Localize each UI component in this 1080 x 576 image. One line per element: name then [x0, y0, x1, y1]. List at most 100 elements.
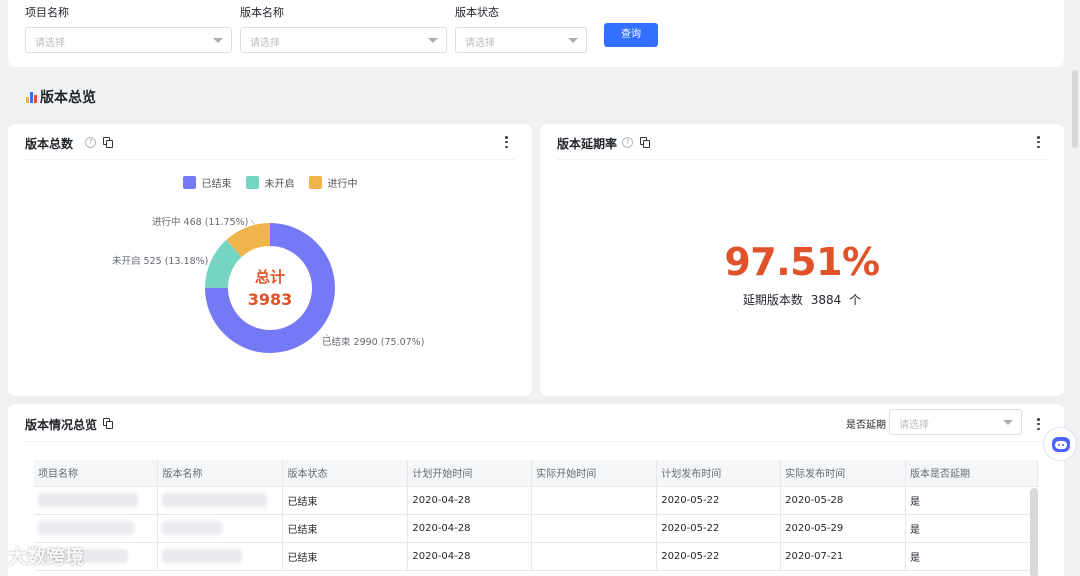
- delay-filter-placeholder: 请选择: [899, 420, 929, 431]
- project-filter-label: 项目名称: [25, 6, 69, 19]
- callout-value: 2990: [353, 337, 378, 348]
- card-title: 版本情况总览: [25, 418, 98, 432]
- version-name-cell: [157, 542, 284, 571]
- copy-icon[interactable]: [640, 137, 651, 148]
- plan-release-cell: 2020-05-22: [656, 486, 782, 515]
- status-cell: 已结束: [282, 486, 409, 515]
- chevron-down-icon: [568, 38, 578, 43]
- column-header[interactable]: 计划发布时间: [656, 460, 782, 487]
- delay-filter-select[interactable]: 请选择: [889, 409, 1022, 435]
- card-title: 版本延期率: [557, 137, 618, 151]
- version-select-placeholder: 请选择: [250, 38, 280, 49]
- card-header: 版本延期率 ?: [557, 134, 1047, 160]
- actual-start-cell: [531, 486, 658, 515]
- copy-icon[interactable]: [103, 418, 114, 429]
- actual-start-cell: [531, 542, 658, 571]
- more-icon[interactable]: [1037, 417, 1041, 431]
- plan-release-cell: 2020-05-22: [656, 542, 782, 571]
- chevron-down-icon: [428, 38, 438, 43]
- version-table: 项目名称 版本名称 版本状态 计划开始时间 实际开始时间 计划发布时间 实际发布…: [34, 460, 1038, 571]
- callout-done: 已结束 2990 (75.07%): [322, 337, 425, 348]
- query-button[interactable]: 查询: [604, 23, 658, 47]
- table-scrollbar[interactable]: [1030, 488, 1038, 576]
- version-name-cell: [157, 514, 284, 543]
- column-header[interactable]: 实际发布时间: [780, 460, 907, 487]
- redacted-text: [38, 493, 138, 507]
- callout-label: 进行中: [152, 217, 181, 228]
- project-select-placeholder: 请选择: [35, 38, 65, 49]
- table-row[interactable]: 已结束 2020-04-28 2020-05-22 2020-05-28 是: [34, 486, 1038, 515]
- donut-center-label: 总计: [254, 268, 285, 286]
- status-cell: 已结束: [282, 514, 409, 543]
- redacted-text: [38, 521, 134, 535]
- watermark: 大数跨境: [8, 546, 85, 568]
- delay-count-unit: 个: [849, 293, 862, 307]
- filter-bar: 项目名称 请选择 版本名称 请选择 版本状态 请选择 查询: [8, 0, 1064, 67]
- callout-not-started: 未开启 525 (13.18%): [112, 256, 209, 267]
- column-header[interactable]: 计划开始时间: [407, 460, 533, 487]
- robot-icon: [1052, 437, 1070, 452]
- help-icon[interactable]: ?: [622, 137, 633, 148]
- actual-release-cell: 2020-07-21: [780, 542, 907, 571]
- page-scrollbar[interactable]: [1072, 70, 1078, 148]
- callout-value: 468: [183, 217, 202, 228]
- callout-label: 未开启: [112, 256, 141, 267]
- status-cell: 已结束: [282, 542, 409, 571]
- status-filter: 版本状态 请选择: [455, 6, 587, 53]
- project-filter: 项目名称 请选择: [25, 6, 232, 53]
- delay-count-value: 3884: [810, 293, 842, 307]
- callout-line-in-progress: [250, 219, 256, 226]
- delay-rate-value: 97.51%: [724, 240, 880, 284]
- version-filter: 版本名称 请选择: [240, 6, 447, 53]
- version-overview-card: 版本情况总览 是否延期 请选择 项目名称 版本名称 版本状态 计划开始时间 实际…: [8, 404, 1064, 576]
- project-name-cell: [34, 486, 159, 515]
- redacted-text: [162, 521, 223, 535]
- version-name-cell: [157, 486, 284, 515]
- donut-chart: [205, 219, 335, 353]
- column-header[interactable]: 版本状态: [282, 460, 409, 487]
- column-header[interactable]: 版本名称: [157, 460, 284, 487]
- project-select[interactable]: 请选择: [25, 27, 232, 53]
- callout-percent: 11.75%: [208, 217, 245, 228]
- actual-start-cell: [531, 514, 658, 543]
- donut-center-value: 3983: [247, 290, 293, 309]
- more-icon[interactable]: [1037, 135, 1041, 149]
- column-header[interactable]: 实际开始时间: [531, 460, 658, 487]
- plan-start-cell: 2020-04-28: [407, 514, 533, 543]
- table-header-row: 项目名称 版本名称 版本状态 计划开始时间 实际开始时间 计划发布时间 实际发布…: [34, 460, 1038, 487]
- actual-release-cell: 2020-05-28: [780, 486, 907, 515]
- callout-percent: 13.18%: [168, 256, 205, 267]
- plan-start-cell: 2020-04-28: [407, 542, 533, 571]
- callout-percent: 75.07%: [384, 337, 421, 348]
- callout-label: 已结束: [322, 337, 351, 348]
- project-name-cell: [34, 514, 159, 543]
- status-select-placeholder: 请选择: [465, 38, 495, 49]
- actual-release-cell: 2020-05-29: [780, 514, 907, 543]
- chevron-down-icon: [213, 38, 223, 43]
- version-total-card: 版本总数 ? 已结束 未开启 进行中 已结束 2990 (75.07%) 未开启…: [8, 124, 532, 396]
- redacted-text: [162, 493, 268, 507]
- bar-chart-icon: [26, 91, 38, 103]
- callout-value: 525: [143, 256, 162, 267]
- delay-filter-label: 是否延期: [846, 420, 886, 431]
- delay-count: 延期版本数 3884 个: [540, 291, 1064, 308]
- plan-start-cell: 2020-04-28: [407, 486, 533, 515]
- status-filter-label: 版本状态: [455, 6, 499, 19]
- delay-count-label: 延期版本数: [742, 293, 803, 307]
- callout-in-progress: 进行中 468 (11.75%): [152, 217, 249, 228]
- column-header[interactable]: 版本是否延期: [905, 460, 1038, 487]
- section-title: 版本总览: [26, 87, 96, 107]
- table-row[interactable]: 已结束 2020-04-28 2020-05-22 2020-07-21 是: [34, 542, 1038, 571]
- column-header[interactable]: 项目名称: [34, 460, 159, 487]
- version-filter-label: 版本名称: [240, 6, 284, 19]
- status-select[interactable]: 请选择: [455, 27, 587, 53]
- section-title-text: 版本总览: [40, 90, 96, 106]
- table-row[interactable]: 已结束 2020-04-28 2020-05-22 2020-05-29 是: [34, 514, 1038, 543]
- delay-rate-card: 版本延期率 ? 97.51% 延期版本数 3884 个: [540, 124, 1064, 396]
- version-select[interactable]: 请选择: [240, 27, 447, 53]
- delayed-cell: 是: [905, 486, 1038, 515]
- assistant-robot-button[interactable]: [1043, 427, 1077, 461]
- delayed-cell: 是: [905, 514, 1038, 543]
- redacted-text: [162, 549, 243, 563]
- delayed-cell: 是: [905, 542, 1038, 571]
